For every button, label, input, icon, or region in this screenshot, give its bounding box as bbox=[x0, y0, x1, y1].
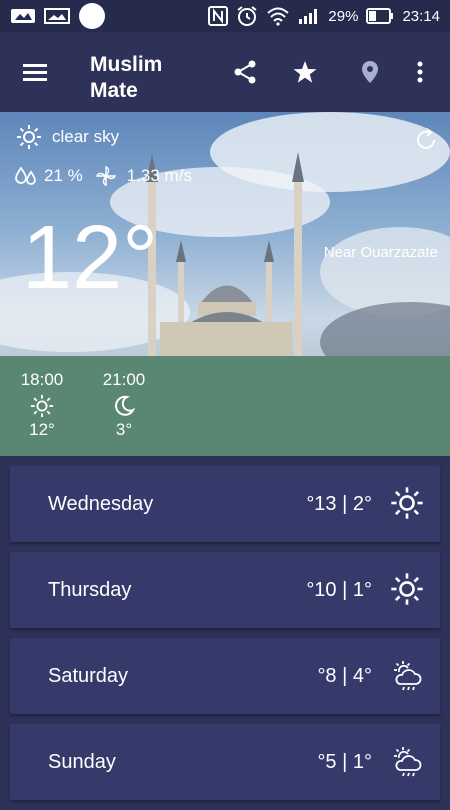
sun-rain-cloud-icon bbox=[394, 747, 422, 777]
humidity-wind-row: 21 % 1.33 m/s bbox=[14, 164, 192, 188]
refresh-button[interactable] bbox=[412, 126, 440, 154]
notification-image-icon bbox=[44, 7, 70, 25]
forecast-day: Thursday bbox=[48, 579, 132, 601]
sun-icon bbox=[17, 125, 41, 149]
forecast-card[interactable]: Saturday °8 | 4° bbox=[10, 638, 440, 714]
location-button[interactable] bbox=[356, 58, 384, 86]
wind-value: 1.33 m/s bbox=[126, 166, 192, 185]
app-title-line2: Mate bbox=[90, 79, 138, 102]
forecast-range: °5 | 1° bbox=[317, 751, 372, 773]
hourly-temp: 3° bbox=[115, 420, 133, 439]
sun-icon bbox=[30, 394, 54, 418]
condition-row: clear sky bbox=[16, 124, 119, 150]
more-vert-icon bbox=[417, 61, 423, 83]
forecast-day: Wednesday bbox=[48, 493, 154, 515]
refresh-icon bbox=[417, 128, 435, 149]
status-bar: 29% 23:14 bbox=[0, 0, 450, 32]
current-weather-hero: clear sky 21 % 1.33 m/s 12° Near Ouarzaz… bbox=[0, 112, 450, 456]
sun-icon bbox=[391, 487, 423, 519]
app-bar: Muslim Mate bbox=[0, 32, 450, 112]
battery-percent: 29% bbox=[328, 7, 359, 25]
humidity-drops-icon bbox=[15, 166, 36, 185]
hourly-time: 18:00 bbox=[20, 370, 64, 389]
forecast-range: °8 | 4° bbox=[317, 665, 372, 687]
condition-text: clear sky bbox=[52, 127, 120, 146]
forecast-range: °10 | 1° bbox=[306, 579, 372, 601]
hourly-temp: 12° bbox=[29, 420, 55, 439]
forecast-day: Saturday bbox=[48, 665, 129, 687]
notification-photo-icon bbox=[10, 7, 36, 25]
sun-icon bbox=[391, 573, 423, 605]
favorite-button[interactable] bbox=[291, 58, 319, 86]
alarm-icon bbox=[236, 5, 258, 27]
menu-icon bbox=[23, 64, 47, 81]
hourly-time: 21:00 bbox=[102, 370, 146, 389]
hourly-item: 21:00 3° bbox=[94, 370, 154, 440]
share-button[interactable] bbox=[231, 58, 259, 86]
battery-icon bbox=[366, 8, 394, 24]
wifi-icon bbox=[266, 6, 290, 26]
signal-icon bbox=[298, 7, 320, 25]
humidity-value: 21 % bbox=[44, 166, 83, 185]
forecast-range: °13 | 2° bbox=[306, 493, 372, 515]
nfc-icon bbox=[208, 6, 229, 26]
hourly-item: 18:00 12° bbox=[12, 370, 72, 440]
sun-rain-cloud-icon bbox=[394, 661, 422, 691]
clock: 23:14 bbox=[402, 7, 440, 25]
forecast-card[interactable]: Sunday °5 | 1° bbox=[10, 724, 440, 800]
moon-icon bbox=[115, 395, 136, 416]
menu-button[interactable] bbox=[20, 58, 50, 86]
location-label: Near Ouarzazate bbox=[323, 244, 438, 261]
notification-dot-icon bbox=[78, 2, 106, 30]
forecast-card[interactable]: Thursday °10 | 1° bbox=[10, 552, 440, 628]
forecast-card[interactable]: Wednesday °13 | 2° bbox=[10, 466, 440, 542]
app-title: Muslim Mate bbox=[90, 52, 210, 104]
app-title-line1: Muslim bbox=[90, 53, 163, 76]
current-temperature: 12° bbox=[22, 208, 159, 308]
location-pin-icon bbox=[362, 61, 378, 83]
star-icon bbox=[293, 61, 317, 83]
forecast-day: Sunday bbox=[48, 751, 116, 773]
forecast-list: Wednesday °13 | 2° Thursday °10 | 1° Sat… bbox=[10, 466, 440, 810]
wind-pinwheel-icon bbox=[95, 165, 116, 187]
share-icon bbox=[234, 60, 256, 84]
more-options-button[interactable] bbox=[406, 58, 434, 86]
